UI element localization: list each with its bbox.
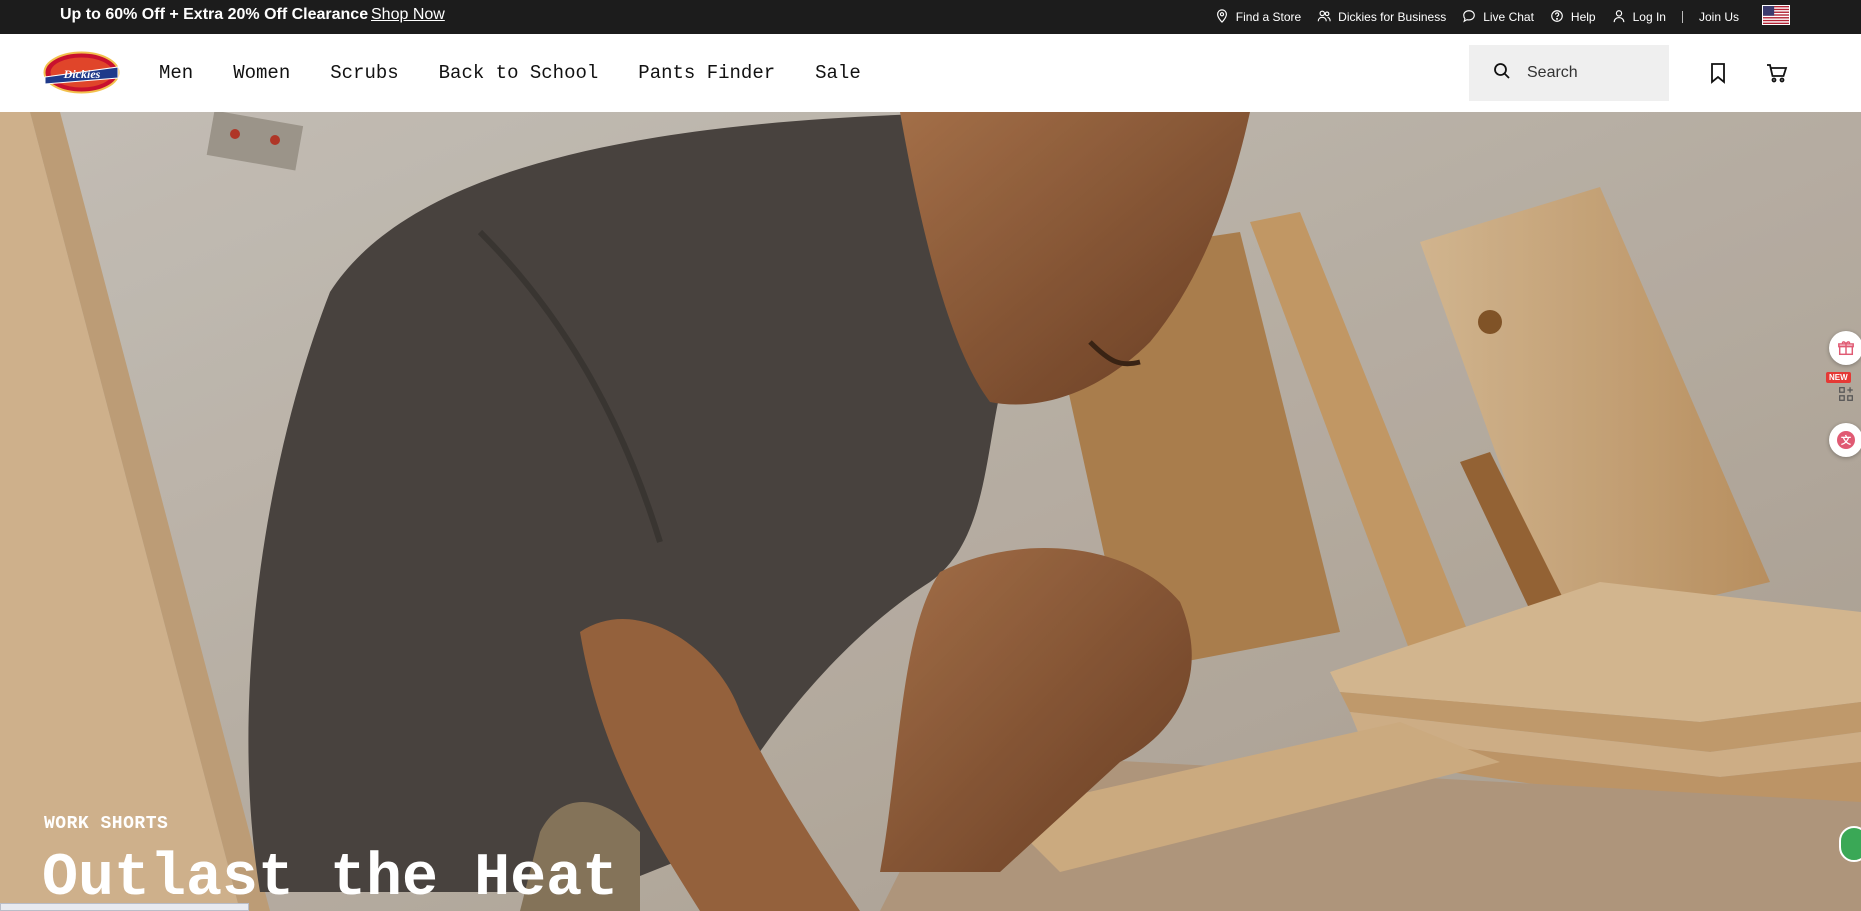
- apps-icon[interactable]: [1829, 377, 1861, 411]
- search-box[interactable]: [1469, 45, 1669, 101]
- nav-item-pants-finder[interactable]: Pants Finder: [638, 62, 775, 84]
- divider: [1681, 11, 1683, 23]
- join-us-link[interactable]: Join Us: [1699, 10, 1739, 24]
- promo-bar: Up to 60% Off + Extra 20% Off Clearance …: [0, 0, 1861, 34]
- chat-widget-icon[interactable]: [1839, 826, 1861, 862]
- nav-item-back-to-school[interactable]: Back to School: [439, 62, 599, 84]
- logo-text: Dickies: [63, 67, 101, 81]
- svg-text:文: 文: [1841, 434, 1852, 447]
- translate-icon[interactable]: 文: [1829, 423, 1861, 457]
- help-label: Help: [1570, 10, 1596, 24]
- live-chat-label: Live Chat: [1483, 10, 1534, 24]
- hero-image: [0, 112, 1861, 911]
- help-link[interactable]: Help: [1550, 9, 1596, 26]
- dickies-business-link[interactable]: Dickies for Business: [1317, 9, 1446, 26]
- search-input[interactable]: [1527, 64, 1657, 82]
- chat-bubble-icon: [1462, 9, 1476, 26]
- login-label: Log In: [1632, 10, 1666, 24]
- users-icon: [1317, 9, 1331, 26]
- cart-icon[interactable]: [1765, 61, 1789, 85]
- main-header: Dickies Men Women Scrubs Back to School …: [0, 34, 1861, 112]
- nav-item-women[interactable]: Women: [233, 62, 290, 84]
- hero-eyebrow: WORK SHORTS: [44, 814, 169, 834]
- login-link[interactable]: Log In: [1612, 9, 1666, 26]
- map-pin-icon: [1215, 8, 1229, 26]
- business-label: Dickies for Business: [1338, 10, 1447, 24]
- nav-item-men[interactable]: Men: [159, 62, 193, 84]
- user-icon: [1612, 9, 1626, 26]
- status-bar: [0, 903, 249, 911]
- utility-links: Find a Store Dickies for Business Live C…: [1215, 0, 1789, 34]
- hero-title: Outlast the Heat: [42, 845, 619, 911]
- help-circle-icon: [1550, 9, 1564, 26]
- find-store-label: Find a Store: [1235, 10, 1302, 24]
- live-chat-link[interactable]: Live Chat: [1462, 9, 1534, 26]
- promo-text: Up to 60% Off + Extra 20% Off Clearance: [60, 6, 369, 23]
- shop-now-link[interactable]: Shop Now: [371, 6, 445, 24]
- gift-icon[interactable]: [1829, 331, 1861, 365]
- bookmark-icon[interactable]: [1706, 61, 1730, 85]
- us-flag-icon[interactable]: [1762, 5, 1790, 25]
- nav-item-scrubs[interactable]: Scrubs: [330, 62, 398, 84]
- hero-banner[interactable]: WORK SHORTS Outlast the Heat: [0, 112, 1861, 911]
- find-store-link[interactable]: Find a Store: [1215, 8, 1302, 26]
- nav-item-sale[interactable]: Sale: [815, 62, 861, 84]
- search-icon: [1493, 62, 1527, 85]
- main-nav: Men Women Scrubs Back to School Pants Fi…: [159, 34, 901, 112]
- dickies-logo[interactable]: Dickies: [43, 51, 120, 94]
